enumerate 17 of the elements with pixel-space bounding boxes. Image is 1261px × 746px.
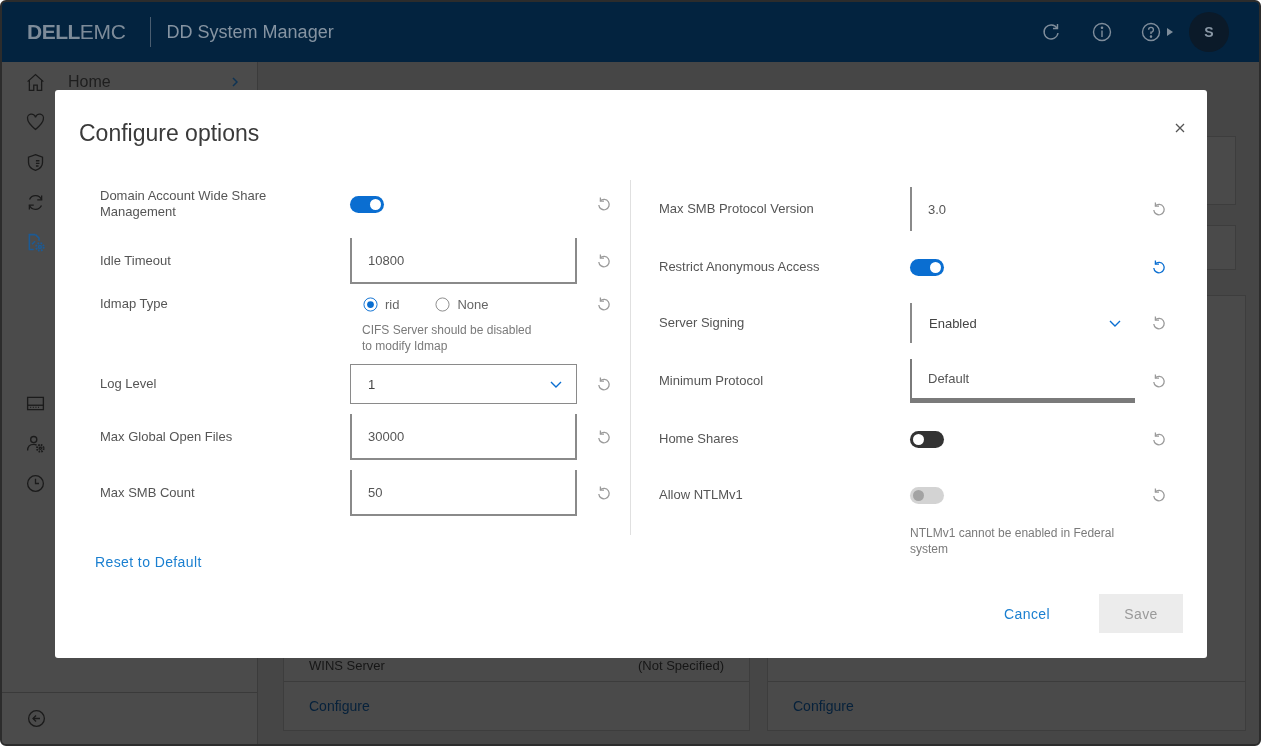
option-label: Domain Account Wide Share Management	[100, 187, 268, 221]
option-label: Idmap Type	[100, 295, 169, 313]
logo: DELLEMC	[27, 20, 126, 44]
option-label: Server Signing	[659, 314, 746, 332]
option-label: Idle Timeout	[100, 252, 172, 270]
option-label: Restrict Anonymous Access	[659, 258, 821, 276]
option-label: Minimum Protocol	[659, 372, 765, 390]
option-label: Max SMB Protocol Version	[659, 200, 815, 218]
option-label: Max SMB Count	[100, 484, 196, 502]
app-title: DD System Manager	[166, 21, 334, 43]
option-label: Max Global Open Files	[100, 428, 234, 446]
option-label: Allow NTLMv1	[659, 486, 744, 504]
option-label: Home Shares	[659, 430, 740, 448]
dialog-title: Configure options	[79, 120, 260, 146]
help-text: CIFS Server should be disabled to modify Idmap	[361, 322, 533, 354]
option-label: Log Level	[100, 375, 158, 393]
help-text: NTLMv1 cannot be enabled in Federal system	[910, 525, 1116, 557]
